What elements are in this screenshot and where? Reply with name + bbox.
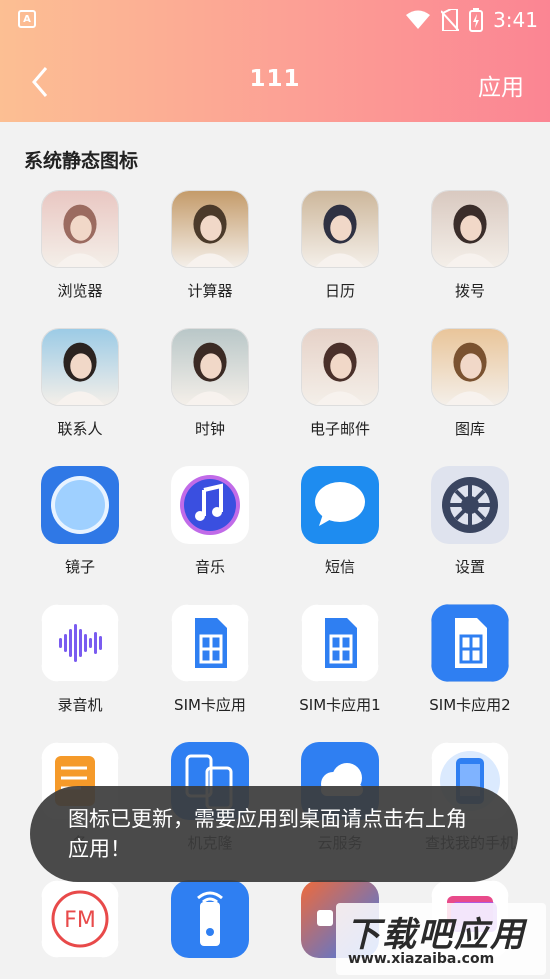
app-header: A 3:41 111 应用 — [0, 0, 550, 122]
gear-icon — [431, 466, 509, 544]
battery-charging-icon — [469, 8, 484, 32]
music-note-icon — [171, 466, 249, 544]
app-icon-item[interactable]: 浏览器 — [15, 190, 145, 301]
app-icon-label: 镜子 — [64, 558, 95, 576]
app-icon-item[interactable]: 计算器 — [145, 190, 275, 301]
app-icon-label: 设置 — [454, 558, 485, 576]
watermark-logo: 下载吧应用 www.xiazaiba.com — [336, 903, 546, 975]
app-icon-label: 计算器 — [187, 282, 233, 300]
app-icon-label: 图库 — [454, 420, 485, 438]
app-icon-label: 录音机 — [57, 696, 103, 714]
app-icon-item[interactable]: 短信 — [275, 466, 405, 577]
app-icon-label: 短信 — [324, 558, 355, 576]
app-icon-label: 时钟 — [194, 420, 225, 438]
app-icon-item[interactable]: 时钟 — [145, 328, 275, 439]
status-bar: A 3:41 — [0, 0, 550, 40]
app-icon-item[interactable]: 拨号 — [405, 190, 535, 301]
sim-card-icon — [301, 604, 379, 682]
app-icon-label: 音乐 — [194, 558, 225, 576]
section-title: 系统静态图标 — [24, 150, 139, 172]
app-icon-item[interactable]: 录音机 — [15, 604, 145, 715]
toast-message: 图标已更新，需要应用到桌面请点击右上角应用！ — [30, 786, 518, 882]
apply-button[interactable]: 应用 — [478, 68, 524, 102]
app-icon-item[interactable]: 音乐 — [145, 466, 275, 577]
app-icon-label: SIM卡应用1 — [299, 696, 381, 714]
app-icon-item[interactable] — [145, 880, 275, 970]
portrait-photo-icon — [41, 328, 119, 406]
sim-card-icon — [431, 604, 509, 682]
remote-control-icon — [171, 880, 249, 958]
app-icon-item[interactable]: 电子邮件 — [275, 328, 405, 439]
sound-wave-icon — [41, 604, 119, 682]
sim-card-icon — [171, 604, 249, 682]
app-icon-item[interactable]: SIM卡应用2 — [405, 604, 535, 715]
app-icon-label: 电子邮件 — [309, 420, 370, 438]
app-icon-label: 日历 — [324, 282, 355, 300]
portrait-photo-icon — [431, 328, 509, 406]
app-icon-item[interactable]: SIM卡应用 — [145, 604, 275, 715]
no-sim-icon — [441, 9, 460, 31]
app-icon-label: 联系人 — [57, 420, 103, 438]
fm-radio-icon: FM — [41, 880, 119, 958]
app-icon-item[interactable]: FM — [15, 880, 145, 970]
portrait-photo-icon — [171, 328, 249, 406]
svg-text:FM: FM — [64, 908, 96, 933]
status-time: 3:41 — [493, 8, 538, 32]
portrait-photo-icon — [171, 190, 249, 268]
app-icon-label: SIM卡应用2 — [429, 696, 511, 714]
portrait-photo-icon — [301, 328, 379, 406]
app-icon-item[interactable]: SIM卡应用1 — [275, 604, 405, 715]
mirror-icon — [41, 466, 119, 544]
app-icon-item[interactable]: 图库 — [405, 328, 535, 439]
portrait-photo-icon — [431, 190, 509, 268]
wifi-icon — [406, 10, 431, 29]
app-icon-item[interactable]: 联系人 — [15, 328, 145, 439]
app-icon-item[interactable]: 设置 — [405, 466, 535, 577]
chat-bubble-icon — [301, 466, 379, 544]
portrait-photo-icon — [301, 190, 379, 268]
app-icon-item[interactable]: 镜子 — [15, 466, 145, 577]
page-title: 111 — [249, 66, 301, 92]
notification-app-icon: A — [18, 10, 36, 28]
app-icon-label: SIM卡应用 — [174, 696, 246, 714]
app-icon-item[interactable]: 日历 — [275, 190, 405, 301]
portrait-photo-icon — [41, 190, 119, 268]
app-icon-label: 拨号 — [454, 282, 485, 300]
app-icon-label: 浏览器 — [57, 282, 103, 300]
